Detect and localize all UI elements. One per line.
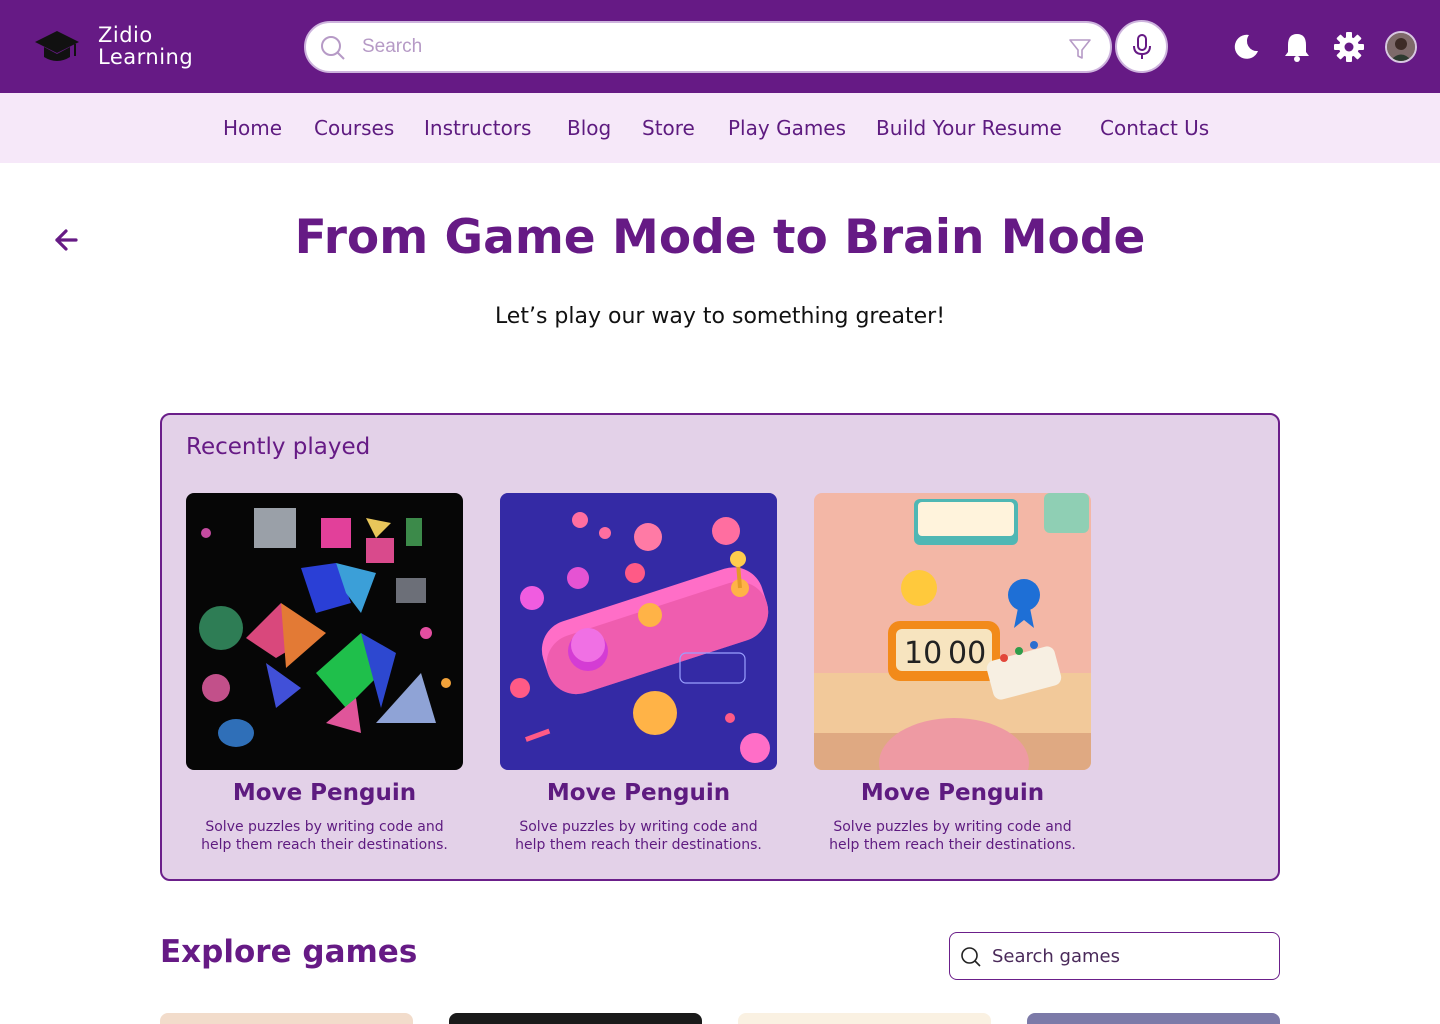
shapes-artwork bbox=[186, 493, 463, 770]
main-nav: Home Courses Instructors Blog Store Play… bbox=[0, 93, 1440, 163]
brand-line-2: Learning bbox=[98, 45, 194, 69]
game-description-line: Solve puzzles by writing code and bbox=[519, 819, 758, 835]
game-tile[interactable] bbox=[1027, 1013, 1280, 1024]
recently-played-panel: Recently played Move Penguin Solve puzzl… bbox=[160, 413, 1280, 881]
game-thumbnail-shapes[interactable] bbox=[186, 493, 463, 770]
nav-play-games[interactable]: Play Games bbox=[728, 116, 846, 140]
microphone-icon bbox=[1132, 33, 1151, 59]
brand-line-1: Zidio bbox=[98, 23, 153, 47]
nav-store[interactable]: Store bbox=[642, 116, 695, 140]
games-search bbox=[949, 932, 1280, 980]
game-title[interactable]: Move Penguin bbox=[186, 780, 463, 806]
nav-home[interactable]: Home bbox=[223, 116, 282, 140]
game-card[interactable]: Move Penguin Solve puzzles by writing co… bbox=[186, 493, 463, 854]
desk-artwork: 10 00 bbox=[814, 493, 1091, 770]
voice-search-button[interactable] bbox=[1115, 20, 1168, 73]
clock-minutes: 00 bbox=[948, 636, 986, 671]
game-description-line: Solve puzzles by writing code and bbox=[205, 819, 444, 835]
brand-logo[interactable]: Zidio Learning bbox=[34, 24, 193, 68]
game-description: Solve puzzles by writing code and help t… bbox=[500, 818, 777, 854]
game-thumbnail-desk[interactable]: 10 00 bbox=[814, 493, 1091, 770]
avatar[interactable] bbox=[1385, 31, 1417, 63]
games-search-input[interactable] bbox=[992, 944, 1262, 968]
filter-icon[interactable] bbox=[1068, 37, 1092, 61]
page-subtitle: Let’s play our way to something greater! bbox=[494, 304, 946, 329]
search-input[interactable] bbox=[362, 33, 1042, 61]
game-thumbnail-arcade[interactable] bbox=[500, 493, 777, 770]
dark-mode-toggle[interactable] bbox=[1229, 31, 1261, 63]
user-photo bbox=[1387, 33, 1415, 61]
nav-contact-us[interactable]: Contact Us bbox=[1100, 116, 1209, 140]
moon-icon bbox=[1234, 34, 1258, 59]
game-description-line: Solve puzzles by writing code and bbox=[833, 819, 1072, 835]
clock-hours: 10 bbox=[904, 636, 942, 671]
game-tile[interactable] bbox=[160, 1013, 413, 1024]
game-title[interactable]: Move Penguin bbox=[500, 780, 777, 806]
game-description-line: help them reach their destinations. bbox=[201, 837, 448, 853]
arcade-artwork bbox=[500, 493, 777, 770]
game-description-line: help them reach their destinations. bbox=[829, 837, 1076, 853]
nav-instructors[interactable]: Instructors bbox=[424, 116, 531, 140]
top-bar: Zidio Learning bbox=[0, 0, 1440, 93]
settings-button[interactable] bbox=[1333, 31, 1365, 63]
game-card[interactable]: Move Penguin Solve puzzles by writing co… bbox=[500, 493, 777, 854]
game-tile[interactable] bbox=[449, 1013, 702, 1024]
game-description-line: help them reach their destinations. bbox=[515, 837, 762, 853]
page-title: From Game Mode to Brain Mode bbox=[294, 210, 1146, 265]
global-search bbox=[304, 21, 1112, 73]
explore-games-heading: Explore games bbox=[160, 934, 418, 970]
game-title[interactable]: Move Penguin bbox=[814, 780, 1091, 806]
search-icon bbox=[961, 947, 981, 967]
brand-name: Zidio Learning bbox=[98, 24, 193, 68]
notifications-button[interactable] bbox=[1281, 31, 1313, 63]
nav-build-resume[interactable]: Build Your Resume bbox=[876, 116, 1062, 140]
graduation-cap-icon bbox=[35, 31, 79, 61]
gear-icon bbox=[1334, 32, 1364, 62]
game-description: Solve puzzles by writing code and help t… bbox=[186, 818, 463, 854]
search-icon bbox=[321, 36, 345, 60]
nav-blog[interactable]: Blog bbox=[567, 116, 611, 140]
recently-played-heading: Recently played bbox=[186, 434, 371, 460]
bell-icon bbox=[1285, 34, 1309, 62]
game-description: Solve puzzles by writing code and help t… bbox=[814, 818, 1091, 854]
nav-courses[interactable]: Courses bbox=[314, 116, 394, 140]
game-card[interactable]: 10 00 Move Penguin Solve puzzles by writ… bbox=[814, 493, 1091, 854]
game-tile[interactable] bbox=[738, 1013, 991, 1024]
